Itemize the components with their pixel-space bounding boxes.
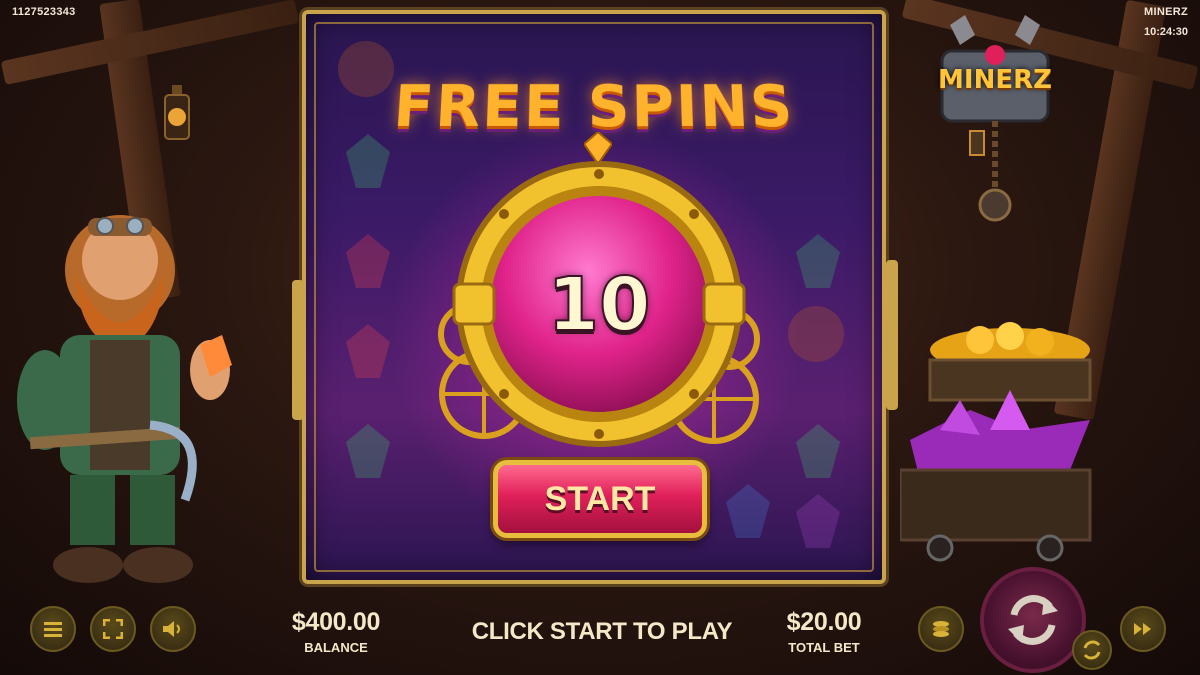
- sound-button[interactable]: [150, 606, 196, 652]
- spin-icon: [984, 571, 1082, 669]
- clock: 10:24:30: [1144, 26, 1188, 38]
- balance-display: $400.00 BALANCE: [280, 608, 392, 655]
- balance-label: BALANCE: [280, 640, 392, 655]
- mine-cart-icon: [900, 320, 1100, 570]
- turbo-button[interactable]: [1120, 606, 1166, 652]
- session-id: 1127523343: [12, 6, 76, 18]
- total-bet-value: $20.00: [768, 608, 880, 637]
- fullscreen-icon: [103, 619, 123, 639]
- total-bet-display: $20.00 TOTAL BET: [768, 608, 880, 655]
- start-button-label: START: [545, 480, 656, 519]
- autoplay-icon: [1074, 632, 1110, 668]
- gem-symbol-icon: [346, 424, 390, 478]
- spins-counter-ring: 10: [434, 154, 764, 474]
- free-spins-title: FREE SPINS: [303, 73, 886, 140]
- fast-forward-icon: [1133, 622, 1153, 636]
- status-message: CLICK START TO PLAY: [462, 618, 742, 646]
- gem-symbol-icon: [346, 234, 390, 288]
- free-spins-count: 10: [434, 262, 764, 348]
- coins-icon: [931, 619, 951, 639]
- spin-button[interactable]: [980, 567, 1086, 673]
- start-button[interactable]: START: [493, 460, 707, 538]
- gem-symbol-icon: [796, 234, 840, 288]
- reels-frame: FREE SPINS 10 START: [302, 10, 886, 584]
- logo-emblem-icon: [930, 15, 1060, 225]
- frame-gear-icon: [288, 280, 308, 420]
- menu-icon: [44, 621, 62, 637]
- gem-symbol-icon: [796, 494, 840, 548]
- balance-value: $400.00: [280, 608, 392, 637]
- logo-text: MINERZ: [938, 65, 1052, 95]
- menu-button[interactable]: [30, 606, 76, 652]
- minerz-logo: MINERZ: [930, 15, 1060, 225]
- dwarf-character: [10, 200, 240, 590]
- gem-symbol-icon: [726, 484, 770, 538]
- lantern-icon: [160, 85, 194, 155]
- gem-symbol-icon: [796, 424, 840, 478]
- fullscreen-button[interactable]: [90, 606, 136, 652]
- autoplay-button[interactable]: [1072, 630, 1112, 670]
- frame-gear-icon: [882, 260, 902, 410]
- gem-symbol-icon: [346, 324, 390, 378]
- total-bet-label: TOTAL BET: [768, 640, 880, 655]
- gem-symbol-icon: [346, 134, 390, 188]
- bet-button[interactable]: [918, 606, 964, 652]
- sound-icon: [162, 619, 184, 639]
- dwarf-symbol-icon: [786, 299, 846, 369]
- game-name: MINERZ: [1144, 6, 1188, 18]
